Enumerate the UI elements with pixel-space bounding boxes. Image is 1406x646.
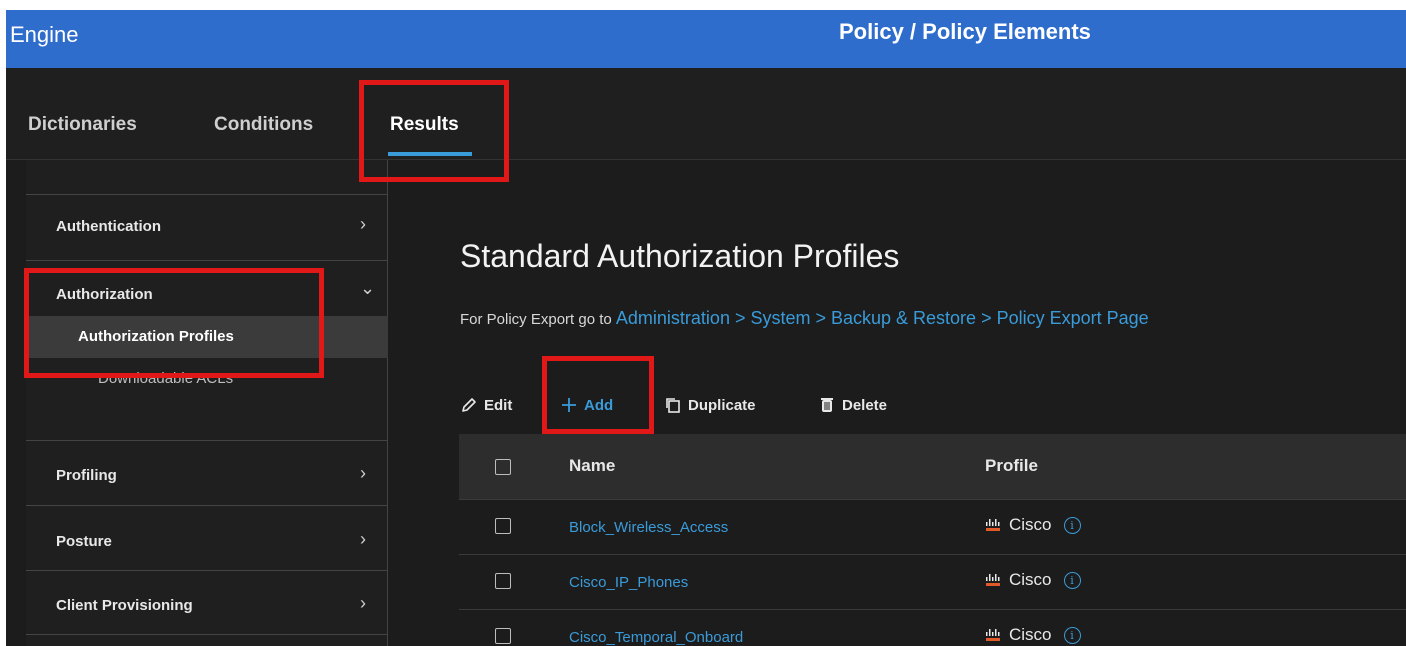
cisco-logo-icon [986,629,1000,641]
sidebar-item-label: Client Provisioning [56,597,193,614]
edit-label: Edit [484,396,513,414]
column-header-name[interactable]: Name [569,456,615,476]
profile-value: Cisco [1009,515,1052,534]
duplicate-button[interactable]: Duplicate [664,396,756,414]
table-header: Name Profile [459,434,1406,500]
chevron-right-icon: › [360,593,366,613]
trash-icon [818,396,836,414]
chevron-right-icon: › [360,214,366,234]
profile-cell: Cisco i [985,570,1081,590]
profile-value: Cisco [1009,625,1052,644]
profile-name-link[interactable]: Cisco_IP_Phones [569,574,688,591]
divider [26,194,388,195]
tab-conditions[interactable]: Conditions [214,114,313,136]
export-hint: For Policy Export go to Administration >… [460,308,1149,329]
sidebar-subitem-label: Authorization Profiles [78,328,234,345]
column-header-profile[interactable]: Profile [985,456,1038,476]
table-row: Block_Wireless_Access Cisco i [459,500,1406,555]
app-title: Engine [10,22,79,47]
chevron-right-icon: › [360,529,366,549]
info-icon[interactable]: i [1063,626,1081,644]
divider [26,570,388,571]
plus-icon [560,396,578,414]
add-button[interactable]: Add [560,396,613,414]
tab-dictionaries[interactable]: Dictionaries [28,114,137,136]
table-row: Cisco_IP_Phones Cisco i [459,555,1406,610]
page-title: Policy / Policy Elements [839,19,1091,44]
content-title: Standard Authorization Profiles [460,238,900,274]
delete-button[interactable]: Delete [818,396,887,414]
pencil-icon [460,396,478,414]
info-icon[interactable]: i [1063,571,1081,589]
active-tab-indicator [388,152,472,156]
divider [26,260,388,261]
sidebar-item-label: Authentication [56,218,161,235]
profiles-table: Name Profile Block_Wireless_Access Cisco… [459,434,1406,646]
duplicate-icon [664,396,682,414]
chevron-right-icon: › [360,463,366,483]
delete-label: Delete [842,396,888,414]
sidebar-item-label: Profiling [56,467,117,484]
chevron-down-icon: ⌄ [360,278,376,298]
cisco-logo-icon [986,574,1000,586]
profile-cell: Cisco i [985,625,1081,645]
profile-cell: Cisco i [985,515,1081,535]
row-checkbox[interactable] [495,518,511,534]
row-checkbox[interactable] [495,573,511,589]
main-area: Dictionaries Conditions Results Authenti… [6,68,1406,646]
profile-name-link[interactable]: Block_Wireless_Access [569,519,728,536]
row-checkbox[interactable] [495,628,511,644]
sidebar-item-label: Authorization [56,286,153,303]
divider [26,634,388,635]
duplicate-label: Duplicate [688,396,756,414]
tab-results[interactable]: Results [390,114,459,136]
policy-export-link[interactable]: Administration > System > Backup & Resto… [616,308,1149,328]
export-prefix: For Policy Export go to [460,311,612,328]
cisco-logo-icon [986,519,1000,531]
divider [26,505,388,506]
sidebar-subitem-authorization-profiles[interactable]: Authorization Profiles [26,316,388,358]
info-icon[interactable]: i [1063,516,1081,534]
sidebar: Authentication › Authorization ⌄ Authori… [26,160,388,646]
tab-bar: Dictionaries Conditions Results [6,68,1406,160]
top-bar: Engine Policy / Policy Elements [6,10,1406,68]
table-row: Cisco_Temporal_Onboard Cisco i [459,610,1406,646]
sidebar-subitem-downloadable-acls[interactable]: Downloadable ACLs [98,370,233,387]
profile-name-link[interactable]: Cisco_Temporal_Onboard [569,629,743,646]
divider [26,440,388,441]
select-all-checkbox[interactable] [495,459,511,475]
profile-value: Cisco [1009,570,1052,589]
add-label: Add [584,396,614,414]
edit-button[interactable]: Edit [460,396,512,414]
sidebar-item-label: Posture [56,533,112,550]
